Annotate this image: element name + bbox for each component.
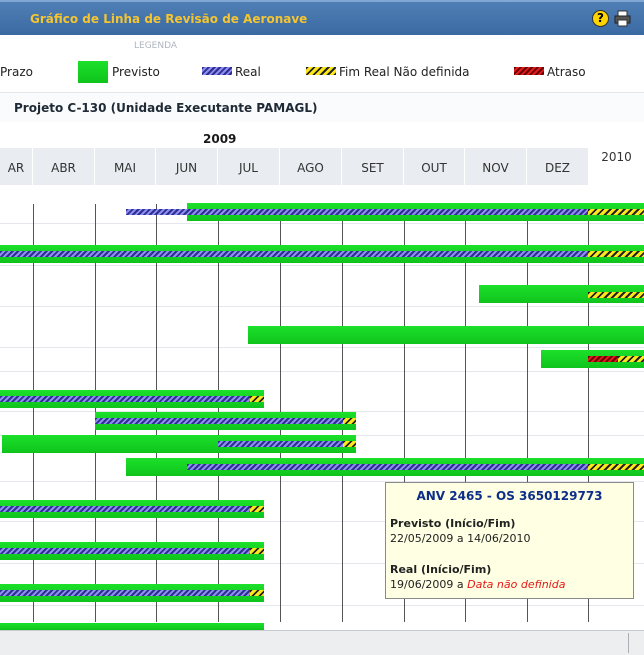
month-cell: JUL xyxy=(218,148,280,185)
legend-title: LEGENDA xyxy=(134,41,178,51)
bar-real[interactable] xyxy=(0,506,250,512)
bar-fim-indefinido[interactable] xyxy=(588,292,644,298)
month-cell: MAI xyxy=(95,148,156,185)
bar-real[interactable] xyxy=(0,548,250,554)
bar-fim-indefinido[interactable] xyxy=(588,464,644,470)
bar-real[interactable] xyxy=(95,418,343,424)
month-cell: JUN xyxy=(156,148,218,185)
bar-real[interactable] xyxy=(0,590,250,596)
bar-atraso[interactable] xyxy=(588,356,618,362)
window-title: Gráfico de Linha de Revisão de Aeronave xyxy=(30,12,308,26)
printer-icon[interactable] xyxy=(614,10,631,27)
bar-previsto[interactable] xyxy=(0,623,264,630)
bar-real[interactable] xyxy=(0,396,250,402)
bar-fim-indefinido[interactable] xyxy=(618,356,644,362)
month-cell: DEZ xyxy=(527,148,589,185)
tooltip-previsto-range: 22/05/2009 a 14/06/2010 xyxy=(390,532,531,545)
legend-panel: LEGENDA Prazo Previsto Real Fim Real Não… xyxy=(0,35,644,92)
legend-item-fim-real: Fim Real Não definida xyxy=(306,61,476,85)
legend-label: Atraso xyxy=(547,65,586,79)
legend-item-prazo: Prazo xyxy=(0,61,40,85)
legend-label: Real xyxy=(235,65,261,79)
bar-real[interactable] xyxy=(187,464,588,470)
window-titlebar: Gráfico de Linha de Revisão de Aeronave … xyxy=(0,0,644,35)
bar-fim-indefinido[interactable] xyxy=(343,441,356,447)
bar-fim-indefinido[interactable] xyxy=(343,418,356,424)
month-cell: AR xyxy=(0,148,33,185)
bar-fim-indefinido[interactable] xyxy=(250,396,264,402)
year-label-2009: 2009 xyxy=(203,132,237,146)
bar-tooltip: ANV 2465 - OS 3650129773 Previsto (Iníci… xyxy=(385,482,634,599)
bar-fim-indefinido[interactable] xyxy=(250,590,264,596)
bar-real[interactable] xyxy=(218,441,343,447)
legend-item-previsto: Previsto xyxy=(78,61,188,85)
legend-swatch-real xyxy=(202,67,232,75)
help-icon[interactable]: ? xyxy=(592,10,609,27)
month-cell: OUT xyxy=(404,148,465,185)
tooltip-previsto-end: 14/06/2010 xyxy=(467,532,531,545)
month-header: AR ABR MAI JUN JUL AGO SET OUT NOV DEZ xyxy=(0,148,644,185)
year-header: 2009 xyxy=(0,124,644,148)
legend-item-real: Real xyxy=(202,61,282,85)
bar-fim-indefinido[interactable] xyxy=(250,548,264,554)
tooltip-real-range: 19/06/2009 a Data não definida xyxy=(390,578,565,591)
tooltip-real-end: Data não definida xyxy=(467,578,566,591)
legend-swatch-green xyxy=(78,61,108,83)
legend-swatch-red xyxy=(514,67,544,75)
tooltip-previsto-start: 22/05/2009 xyxy=(390,532,454,545)
legend-label: Prazo xyxy=(0,65,33,79)
month-cell: AGO xyxy=(280,148,342,185)
legend-label: Previsto xyxy=(112,65,160,79)
bar-fim-indefinido[interactable] xyxy=(588,209,644,215)
tooltip-real-label: Real (Início/Fim) xyxy=(390,563,492,576)
month-cell: NOV xyxy=(465,148,527,185)
tooltip-title: ANV 2465 - OS 3650129773 xyxy=(416,489,603,503)
month-cell: SET xyxy=(342,148,404,185)
status-divider xyxy=(628,633,629,653)
tooltip-real-sep: a xyxy=(456,578,464,591)
bar-real[interactable] xyxy=(0,251,588,257)
month-cell: ABR xyxy=(33,148,95,185)
bar-fim-indefinido[interactable] xyxy=(588,251,644,257)
tooltip-previsto-label: Previsto (Início/Fim) xyxy=(390,517,516,530)
bar-fim-indefinido[interactable] xyxy=(250,506,264,512)
status-bar xyxy=(0,630,644,655)
bar-previsto[interactable] xyxy=(248,326,644,344)
tooltip-previsto-sep: a xyxy=(456,532,464,545)
legend-label: Fim Real Não definida xyxy=(339,65,470,79)
tooltip-real-start: 19/06/2009 xyxy=(390,578,454,591)
legend-item-atraso: Atraso xyxy=(514,61,614,85)
project-title: Projeto C-130 (Unidade Executante PAMAGL… xyxy=(14,101,318,115)
bar-real[interactable] xyxy=(126,209,588,215)
legend-swatch-yellow xyxy=(306,67,336,75)
project-header: Projeto C-130 (Unidade Executante PAMAGL… xyxy=(0,92,644,122)
